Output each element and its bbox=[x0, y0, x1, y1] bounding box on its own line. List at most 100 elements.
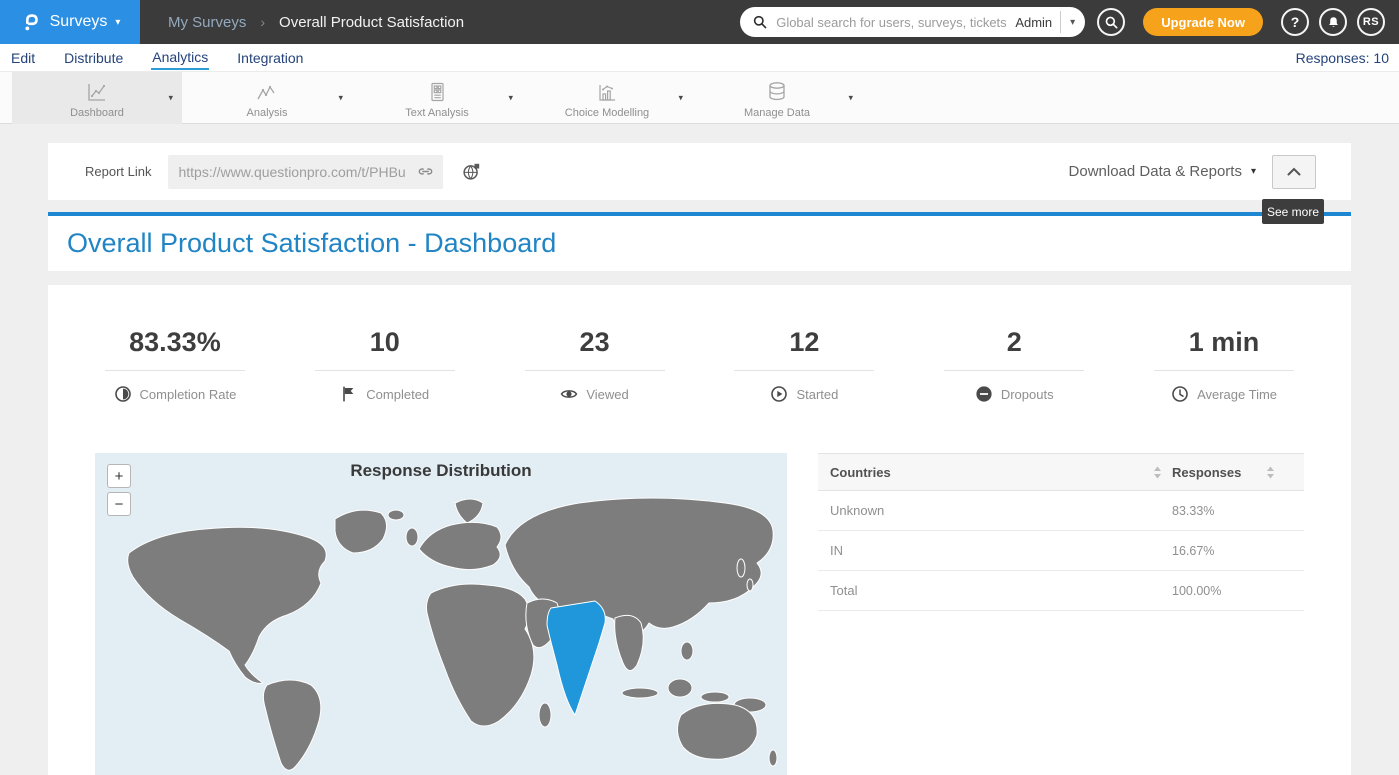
chevron-down-icon[interactable]: ▾ bbox=[168, 93, 173, 104]
notifications-button[interactable] bbox=[1319, 8, 1347, 36]
stat-label: Completed bbox=[366, 387, 429, 402]
collapse-panel-button[interactable] bbox=[1272, 155, 1316, 189]
breadcrumb: My Surveys › Overall Product Satisfactio… bbox=[168, 14, 464, 31]
analytics-toolbar: Dashboard ▾ Analysis ▾ Text Analysis ▾ C… bbox=[0, 72, 1399, 124]
stat-label: Started bbox=[796, 387, 838, 402]
chevron-down-icon: ▾ bbox=[115, 17, 120, 28]
clock-icon bbox=[1171, 385, 1189, 403]
map-country-india bbox=[547, 601, 605, 715]
map-zoom-in-button[interactable]: + bbox=[107, 464, 131, 488]
search-button[interactable] bbox=[1097, 8, 1125, 36]
dashboard-content: Response Distribution + − bbox=[48, 453, 1351, 775]
survey-nav: Edit Distribute Analytics Integration Re… bbox=[0, 44, 1399, 72]
tab-distribute[interactable]: Distribute bbox=[63, 47, 124, 69]
country-name: IN bbox=[830, 543, 1142, 558]
top-bar: Surveys ▾ My Surveys › Overall Product S… bbox=[0, 0, 1399, 44]
download-label: Download Data & Reports bbox=[1069, 163, 1242, 180]
table-row: Unknown 83.33% bbox=[818, 491, 1304, 531]
toolbar-choice-modelling[interactable]: Choice Modelling ▾ bbox=[522, 72, 692, 124]
choice-modelling-icon bbox=[595, 78, 619, 104]
stat-label: Completion Rate bbox=[140, 387, 237, 402]
column-responses[interactable]: Responses bbox=[1172, 465, 1252, 480]
divider bbox=[315, 370, 455, 371]
product-name: Surveys bbox=[50, 13, 108, 31]
bell-icon bbox=[1326, 15, 1341, 30]
map-title: Response Distribution bbox=[95, 461, 787, 481]
minus-circle-icon bbox=[975, 385, 993, 403]
responses-value: 16.67% bbox=[1172, 544, 1252, 558]
world-map[interactable] bbox=[95, 453, 787, 775]
stat-label: Average Time bbox=[1197, 387, 1277, 402]
map-zoom-out-button[interactable]: − bbox=[107, 492, 131, 516]
toolbar-label: Text Analysis bbox=[405, 107, 469, 119]
help-button[interactable]: ? bbox=[1281, 8, 1309, 36]
page-title: Overall Product Satisfaction - Dashboard bbox=[67, 228, 556, 259]
country-name: Unknown bbox=[830, 503, 1142, 518]
breadcrumb-my-surveys[interactable]: My Surveys bbox=[168, 14, 246, 31]
chevron-down-icon[interactable]: ▾ bbox=[678, 93, 683, 104]
search-scope-selector[interactable]: Admin bbox=[1015, 15, 1052, 30]
chevron-down-icon[interactable]: ▾ bbox=[848, 93, 853, 104]
chevron-down-icon[interactable]: ▾ bbox=[1070, 17, 1075, 28]
countries-table: Countries Responses Unknown 83.33% IN 16… bbox=[818, 453, 1304, 775]
report-url-input[interactable] bbox=[178, 164, 416, 180]
surveys-product-menu[interactable]: Surveys ▾ bbox=[0, 0, 140, 44]
download-data-reports-menu[interactable]: Download Data & Reports ▾ bbox=[1069, 163, 1256, 180]
divider bbox=[1154, 370, 1294, 371]
tab-analytics[interactable]: Analytics bbox=[151, 46, 209, 70]
chevron-down-icon[interactable]: ▾ bbox=[338, 93, 343, 104]
breadcrumb-separator-icon: › bbox=[260, 14, 265, 30]
toolbar-text-analysis[interactable]: Text Analysis ▾ bbox=[352, 72, 522, 124]
divider bbox=[734, 370, 874, 371]
tab-integration[interactable]: Integration bbox=[236, 47, 304, 69]
toolbar-label: Analysis bbox=[247, 107, 288, 119]
stat-value: 1 min bbox=[1119, 327, 1329, 357]
stat-completed: 10 Completed bbox=[280, 327, 490, 403]
stats-row: 83.33% Completion Rate 10 Completed 23 bbox=[48, 285, 1351, 403]
divider bbox=[944, 370, 1084, 371]
table-row: Total 100.00% bbox=[818, 571, 1304, 611]
stat-viewed: 23 Viewed bbox=[490, 327, 700, 403]
divider bbox=[1060, 11, 1061, 33]
toolbar-dashboard[interactable]: Dashboard ▾ bbox=[12, 72, 182, 124]
stat-value: 2 bbox=[909, 327, 1119, 357]
toolbar-label: Dashboard bbox=[70, 107, 124, 119]
stat-value: 12 bbox=[699, 327, 909, 357]
divider bbox=[525, 370, 665, 371]
response-distribution-map[interactable]: Response Distribution + − bbox=[95, 453, 787, 775]
sort-countries-icon[interactable] bbox=[1142, 466, 1172, 479]
see-more-tooltip: See more bbox=[1262, 199, 1324, 224]
chevron-down-icon: ▾ bbox=[1251, 166, 1256, 177]
globe-settings-icon[interactable] bbox=[461, 161, 482, 182]
questionpro-logo-icon bbox=[20, 11, 42, 33]
breadcrumb-current: Overall Product Satisfaction bbox=[279, 14, 464, 31]
title-card: Overall Product Satisfaction - Dashboard bbox=[48, 212, 1351, 271]
sort-responses-icon[interactable] bbox=[1252, 466, 1296, 479]
search-icon bbox=[752, 14, 768, 30]
user-avatar[interactable]: RS bbox=[1357, 8, 1385, 36]
search-input[interactable] bbox=[776, 15, 1009, 30]
global-search[interactable]: Admin ▾ bbox=[740, 7, 1085, 37]
stat-value: 10 bbox=[280, 327, 490, 357]
responses-value: 100.00% bbox=[1172, 584, 1252, 598]
chevron-down-icon[interactable]: ▾ bbox=[508, 93, 513, 104]
eye-icon bbox=[560, 385, 578, 403]
toolbar-analysis[interactable]: Analysis ▾ bbox=[182, 72, 352, 124]
link-icon[interactable] bbox=[416, 162, 435, 181]
upgrade-now-button[interactable]: Upgrade Now bbox=[1143, 8, 1263, 36]
stat-label: Dropouts bbox=[1001, 387, 1054, 402]
flag-icon bbox=[340, 385, 358, 403]
stat-completion-rate: 83.33% Completion Rate bbox=[70, 327, 280, 403]
toolbar-label: Manage Data bbox=[744, 107, 810, 119]
divider bbox=[105, 370, 245, 371]
tab-edit[interactable]: Edit bbox=[10, 47, 36, 69]
stat-dropouts: 2 Dropouts bbox=[909, 327, 1119, 403]
text-analysis-icon bbox=[425, 78, 449, 104]
report-url-box[interactable] bbox=[168, 155, 443, 189]
play-icon bbox=[770, 385, 788, 403]
column-countries[interactable]: Countries bbox=[830, 465, 1142, 480]
toolbar-label: Choice Modelling bbox=[565, 107, 649, 119]
toolbar-manage-data[interactable]: Manage Data ▾ bbox=[692, 72, 862, 124]
stat-average-time: 1 min Average Time bbox=[1119, 327, 1329, 403]
chevron-up-icon bbox=[1287, 167, 1301, 176]
